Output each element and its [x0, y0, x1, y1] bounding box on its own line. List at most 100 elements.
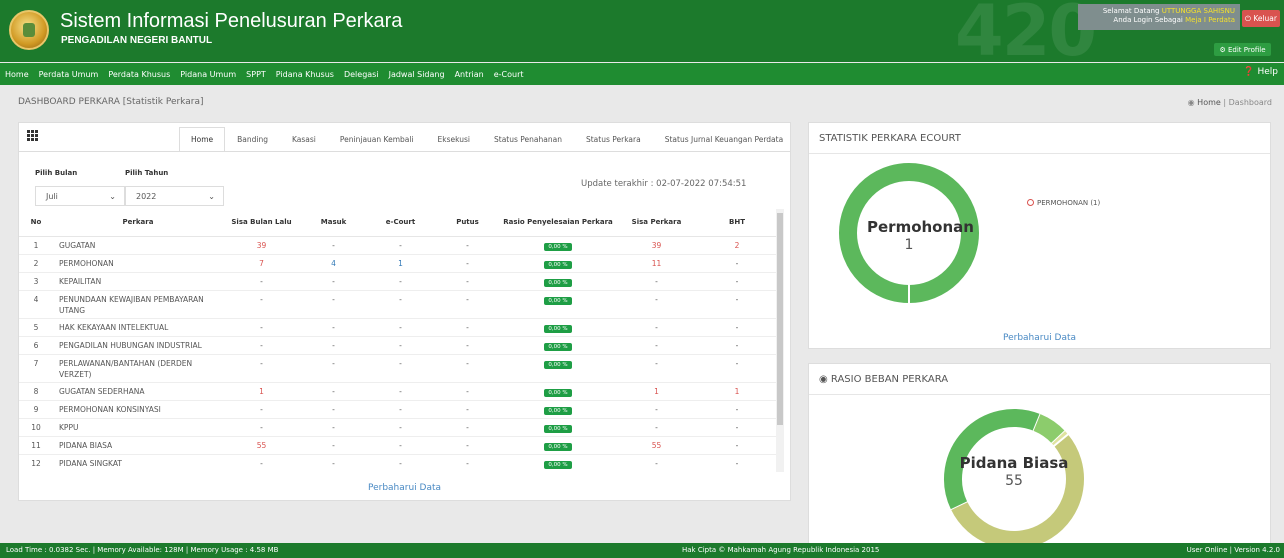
- col-putus[interactable]: Putus: [434, 209, 501, 237]
- nav-item-jadwal-sidang[interactable]: Jadwal Sidang: [384, 70, 450, 79]
- logout-button[interactable]: ⏻ Keluar: [1242, 10, 1280, 27]
- col-no[interactable]: No: [19, 209, 53, 237]
- cell-ecourt: -: [367, 271, 434, 290]
- footer-copyright: Hak Cipta © Mahkamah Agung Republik Indo…: [682, 546, 880, 554]
- cell-putus: -: [434, 317, 501, 336]
- col-sisa-bulan-lalu[interactable]: Sisa Bulan Lalu: [223, 209, 300, 237]
- tab-divider: [19, 151, 790, 152]
- cell-masuk: -: [300, 381, 367, 400]
- cell-sisa-bulan-lalu: -: [223, 353, 300, 382]
- table-row: 4 PENUNDAAN KEWAJIBAN PEMBAYARAN UTANG - - -…: [19, 289, 776, 318]
- tab-home[interactable]: Home: [179, 127, 226, 151]
- cell-perkara: GUGATAN SEDERHANA: [53, 381, 223, 400]
- cell-ecourt: -: [367, 335, 434, 354]
- nav-item-home[interactable]: Home: [0, 70, 34, 79]
- cell-masuk: -: [300, 289, 367, 318]
- col-masuk[interactable]: Masuk: [300, 209, 367, 237]
- tab-peninjauan-kembali[interactable]: Peninjauan Kembali: [328, 127, 426, 151]
- nav-item-perdata-khusus[interactable]: Perdata Khusus: [103, 70, 175, 79]
- stats-table-container[interactable]: No Perkara Sisa Bulan Lalu Masuk e-Court…: [19, 209, 785, 472]
- stats-tabs: Home Banding Kasasi Peninjauan Kembali E…: [179, 127, 790, 151]
- cell-sisa-perkara: -: [615, 335, 698, 354]
- gear-icon: ⚙: [1219, 45, 1228, 54]
- edit-profile-button[interactable]: ⚙ Edit Profile: [1214, 43, 1271, 56]
- help-label: Help: [1257, 67, 1278, 77]
- col-bht[interactable]: BHT: [698, 209, 776, 237]
- tab-status-jurnal-keuangan[interactable]: Status Jurnal Keuangan Perdata: [653, 127, 796, 151]
- cell-sisa-perkara: -: [615, 417, 698, 436]
- col-perkara[interactable]: Perkara: [53, 209, 223, 237]
- rasio-badge: 0,00 %: [544, 278, 572, 287]
- nav-item-ecourt[interactable]: e-Court: [489, 70, 529, 79]
- ecourt-panel-title: STATISTIK PERKARA ECOURT: [819, 133, 961, 144]
- cell-no: 7: [19, 353, 53, 382]
- cell-sisa-perkara: -: [615, 289, 698, 318]
- table-row: 6 PENGADILAN HUBUNGAN INDUSTRIAL - - - -0,00 …: [19, 335, 776, 354]
- rasio-slice-permohonan[interactable]: [1033, 414, 1066, 444]
- col-ecourt[interactable]: e-Court: [367, 209, 434, 237]
- nav-item-pidana-umum[interactable]: Pidana Umum: [175, 70, 241, 79]
- cell-putus: -: [434, 235, 501, 254]
- cell-no: 10: [19, 417, 53, 436]
- tab-kasasi[interactable]: Kasasi: [280, 127, 328, 151]
- dashboard-icon: ◉: [819, 374, 828, 385]
- tab-status-perkara[interactable]: Status Perkara: [574, 127, 653, 151]
- cell-no: 1: [19, 235, 53, 254]
- court-name: PENGADILAN NEGERI BANTUL: [61, 35, 213, 46]
- breadcrumb-current: Dashboard: [1228, 98, 1272, 107]
- footer-load-info: Load Time : 0.0382 Sec. | Memory Availab…: [6, 546, 279, 554]
- cell-rasio: 0,00 %: [501, 353, 615, 382]
- cell-bht: -: [698, 353, 776, 382]
- ecourt-refresh-link[interactable]: Perbaharui Data: [809, 333, 1270, 343]
- nav-item-perdata-umum[interactable]: Perdata Umum: [34, 70, 104, 79]
- edit-profile-label: Edit Profile: [1227, 45, 1266, 54]
- tab-status-penahanan[interactable]: Status Penahanan: [482, 127, 574, 151]
- cell-ecourt: -: [367, 317, 434, 336]
- rasio-badge: 0,00 %: [544, 442, 572, 451]
- cell-putus: -: [434, 381, 501, 400]
- table-header-row: No Perkara Sisa Bulan Lalu Masuk e-Court…: [19, 209, 776, 237]
- refresh-data-link[interactable]: Perbaharui Data: [19, 483, 790, 493]
- scrollbar-thumb[interactable]: [777, 213, 783, 425]
- rasio-badge: 0,00 %: [544, 360, 572, 369]
- cell-bht: 2: [698, 235, 776, 254]
- nav-item-antrian[interactable]: Antrian: [450, 70, 489, 79]
- cell-sisa-bulan-lalu: 7: [223, 253, 300, 272]
- nav-item-sppt[interactable]: SPPT: [241, 70, 271, 79]
- help-button[interactable]: ❓ Help: [1243, 67, 1278, 77]
- table-row: 12 PIDANA SINGKAT - - - -0,00 % - -: [19, 453, 776, 472]
- court-logo-icon: [9, 10, 49, 50]
- table-row: 2 PERMOHONAN 7 4 1-0,00 % 11-: [19, 253, 776, 272]
- year-select[interactable]: 2022 ⌄: [125, 186, 224, 206]
- tab-banding[interactable]: Banding: [225, 127, 280, 151]
- nav-item-pidana-khusus[interactable]: Pidana Khusus: [271, 70, 339, 79]
- cell-no: 5: [19, 317, 53, 336]
- tab-eksekusi[interactable]: Eksekusi: [426, 127, 482, 151]
- cell-masuk: -: [300, 399, 367, 418]
- col-rasio[interactable]: Rasio Penyelesaian Perkara: [501, 209, 615, 237]
- cell-putus: -: [434, 271, 501, 290]
- cell-ecourt: -: [367, 399, 434, 418]
- grid-menu-icon[interactable]: [27, 130, 39, 144]
- cell-ecourt: 1: [367, 253, 434, 272]
- ecourt-legend-label: PERMOHONAN (1): [1037, 199, 1101, 207]
- ecourt-center-value: 1: [904, 237, 914, 253]
- month-select[interactable]: Juli ⌄: [35, 186, 125, 206]
- rasio-badge: 0,00 %: [544, 260, 572, 269]
- rasio-badge: 0,00 %: [544, 424, 572, 433]
- month-value: Juli: [46, 191, 58, 201]
- breadcrumb-home[interactable]: Home: [1197, 98, 1221, 107]
- cell-ecourt: -: [367, 453, 434, 472]
- login-prefix: Anda Login Sebagai: [1113, 16, 1183, 24]
- rasio-panel-title: RASIO BEBAN PERKARA: [830, 374, 949, 385]
- cell-bht: 1: [698, 381, 776, 400]
- breadcrumb: ◉ Home | Dashboard: [1188, 98, 1272, 107]
- col-sisa-perkara[interactable]: Sisa Perkara: [615, 209, 698, 237]
- cell-sisa-bulan-lalu: -: [223, 335, 300, 354]
- table-row: 7 PERLAWANAN/BANTAHAN (DERDEN VERZET) - - - -…: [19, 353, 776, 382]
- table-row: 5 HAK KEKAYAAN INTELEKTUAL - - - -0,00 % - -: [19, 317, 776, 336]
- cell-sisa-bulan-lalu: 55: [223, 435, 300, 454]
- nav-item-delegasi[interactable]: Delegasi: [339, 70, 384, 79]
- panel-divider: [809, 153, 1270, 154]
- table-scrollbar[interactable]: [776, 209, 784, 472]
